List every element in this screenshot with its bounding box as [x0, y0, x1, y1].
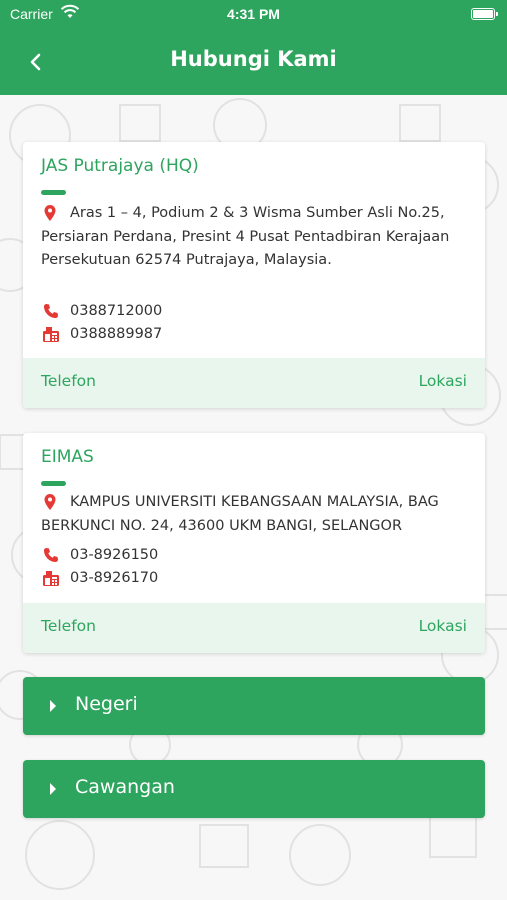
office-name: EIMAS: [41, 447, 94, 467]
clock: 4:31 PM: [227, 6, 280, 22]
card-footer: Telefon Lokasi: [23, 358, 485, 408]
accordion-label: Cawangan: [75, 776, 175, 798]
address-text: KAMPUS UNIVERSITI KEBANGSAAN MALAYSIA, B…: [41, 494, 439, 534]
status-bar: Carrier 4:31 PM: [0, 0, 507, 30]
office-phone: 03-8926150: [41, 544, 471, 568]
phone-icon: [43, 303, 58, 319]
address-text: Aras 1 – 4, Podium 2 & 3 Wisma Sumber As…: [41, 205, 450, 268]
fax-icon: [43, 570, 59, 586]
caret-right-icon: [50, 783, 56, 795]
phone-button[interactable]: Telefon: [41, 372, 96, 390]
phone-button[interactable]: Telefon: [41, 617, 96, 635]
location-button[interactable]: Lokasi: [419, 617, 467, 635]
fax-number: 0388889987: [70, 326, 163, 342]
card-footer: Telefon Lokasi: [23, 603, 485, 653]
office-phone: 0388712000: [41, 300, 471, 324]
fax-number: 03-8926170: [70, 570, 159, 586]
office-address: Aras 1 – 4, Podium 2 & 3 Wisma Sumber As…: [41, 202, 471, 273]
office-fax: 03-8926170: [41, 567, 471, 591]
title-underline: [41, 481, 66, 486]
accordion-label: Negeri: [75, 693, 138, 715]
office-name: JAS Putrajaya (HQ): [41, 156, 199, 176]
fax-icon: [43, 326, 59, 342]
phone-icon: [43, 547, 58, 563]
page-title: Hubungi Kami: [170, 47, 337, 71]
map-pin-icon: [43, 494, 57, 510]
battery-icon: [471, 8, 498, 20]
map-pin-icon: [43, 205, 57, 221]
accordion-cawangan[interactable]: Cawangan: [23, 760, 485, 818]
location-button[interactable]: Lokasi: [419, 372, 467, 390]
office-fax: 0388889987: [41, 323, 471, 347]
title-underline: [41, 190, 66, 195]
accordion-negeri[interactable]: Negeri: [23, 677, 485, 735]
office-address: KAMPUS UNIVERSITI KEBANGSAAN MALAYSIA, B…: [41, 491, 471, 538]
office-card: JAS Putrajaya (HQ) Aras 1 – 4, Podium 2 …: [23, 142, 485, 408]
office-card: EIMAS KAMPUS UNIVERSITI KEBANGSAAN MALAY…: [23, 433, 485, 653]
navigation-bar: Hubungi Kami: [0, 30, 507, 95]
phone-number: 03-8926150: [70, 547, 159, 563]
caret-right-icon: [50, 700, 56, 712]
phone-number: 0388712000: [70, 303, 163, 319]
